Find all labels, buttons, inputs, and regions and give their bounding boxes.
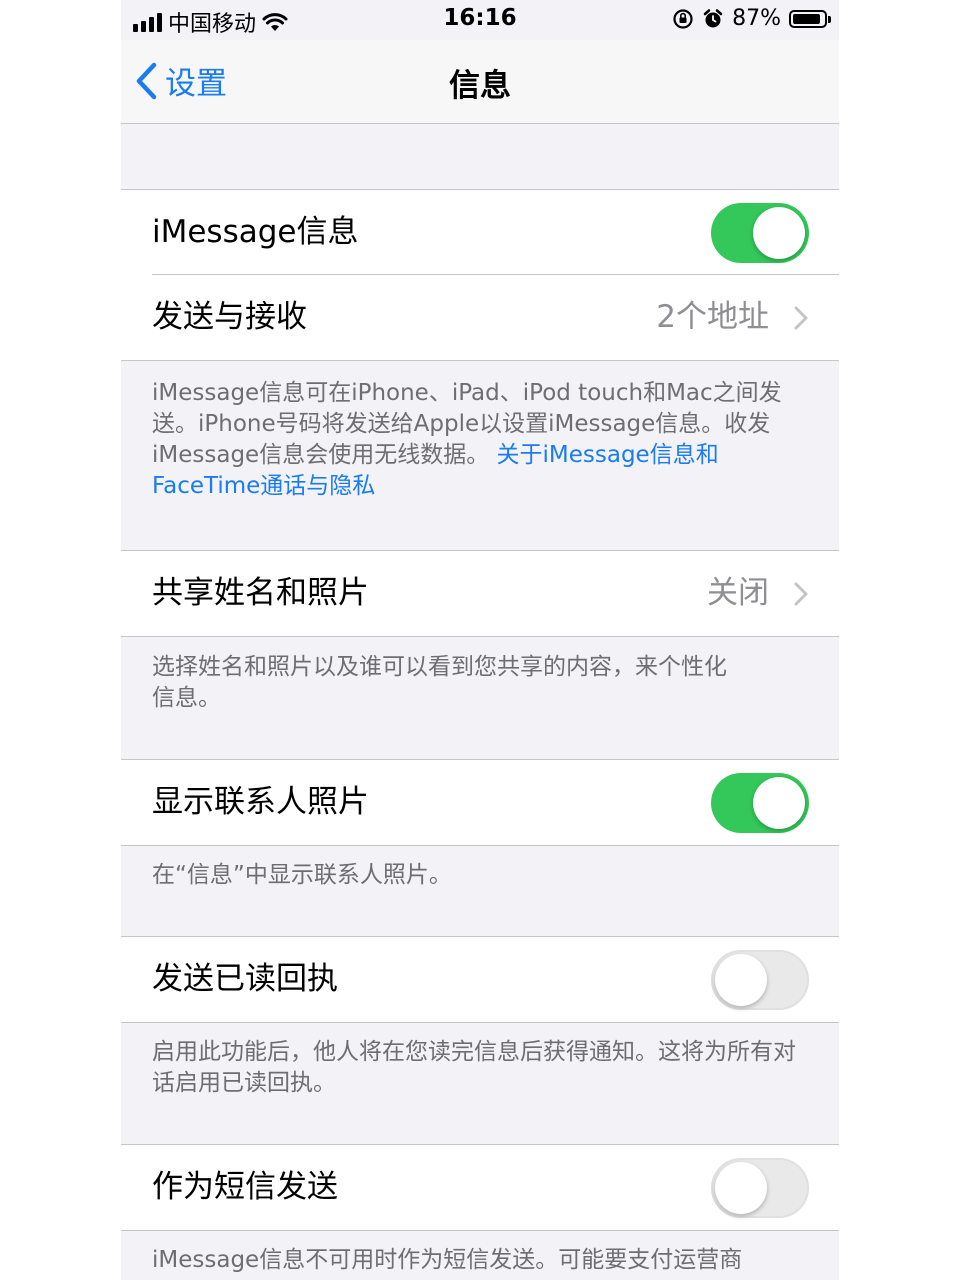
contact-photos-row: 显示联系人照片 (121, 759, 839, 846)
contact-photos-toggle[interactable] (711, 773, 809, 833)
share-name-value: 关闭 (707, 575, 769, 611)
page-title: 信息 (449, 68, 511, 104)
toggle-knob (753, 777, 805, 829)
read-receipts-label: 发送已读回执 (152, 961, 338, 997)
navigation-bar: 设置 信息 (121, 40, 839, 124)
send-as-sms-footer: iMessage信息不可用时作为短信发送。可能要支付运营商 (152, 1247, 743, 1273)
read-receipts-toggle[interactable] (711, 950, 809, 1010)
share-name-row[interactable]: 共享姓名和照片 关闭 (121, 550, 839, 637)
imessage-row: iMessage信息 (121, 189, 839, 275)
orientation-lock-icon (673, 8, 693, 29)
chevron-right-icon (794, 306, 808, 330)
status-bar: 中国移动 16:16 87% (121, 0, 839, 40)
battery-percent: 87% (732, 6, 781, 31)
send-receive-label: 发送与接收 (152, 299, 307, 335)
imessage-label: iMessage信息 (152, 214, 359, 250)
read-receipts-footer: 启用此功能后，他人将在您读完信息后获得通知。这将为所有对话启用已读回执。 (152, 1039, 796, 1096)
toggle-knob (715, 954, 767, 1006)
imessage-toggle[interactable] (711, 203, 809, 263)
settings-screen: 中国移动 16:16 87% 设置 信息 iMessage信息 发送与接收 2个… (121, 0, 839, 1280)
read-receipts-row: 发送已读回执 (121, 936, 839, 1023)
share-name-footer: 选择姓名和照片以及谁可以看到您共享的内容，来个性化信息。 (152, 654, 727, 711)
send-receive-row[interactable]: 发送与接收 2个地址 (121, 275, 839, 361)
toggle-knob (753, 207, 805, 259)
status-bar-right: 87% (672, 6, 831, 31)
send-receive-value: 2个地址 (656, 299, 769, 335)
send-as-sms-row: 作为短信发送 (121, 1144, 839, 1231)
send-as-sms-toggle[interactable] (711, 1158, 809, 1218)
share-name-label: 共享姓名和照片 (152, 575, 369, 611)
contact-photos-footer: 在“信息”中显示联系人照片。 (152, 862, 452, 888)
chevron-right-icon (794, 582, 808, 606)
alarm-icon (703, 8, 723, 27)
toggle-knob (715, 1162, 767, 1214)
contact-photos-label: 显示联系人照片 (152, 784, 369, 820)
imessage-footer: iMessage信息可在iPhone、iPad、iPod touch和Mac之间… (152, 378, 822, 502)
send-as-sms-label: 作为短信发送 (152, 1169, 338, 1205)
battery-icon (789, 9, 831, 28)
